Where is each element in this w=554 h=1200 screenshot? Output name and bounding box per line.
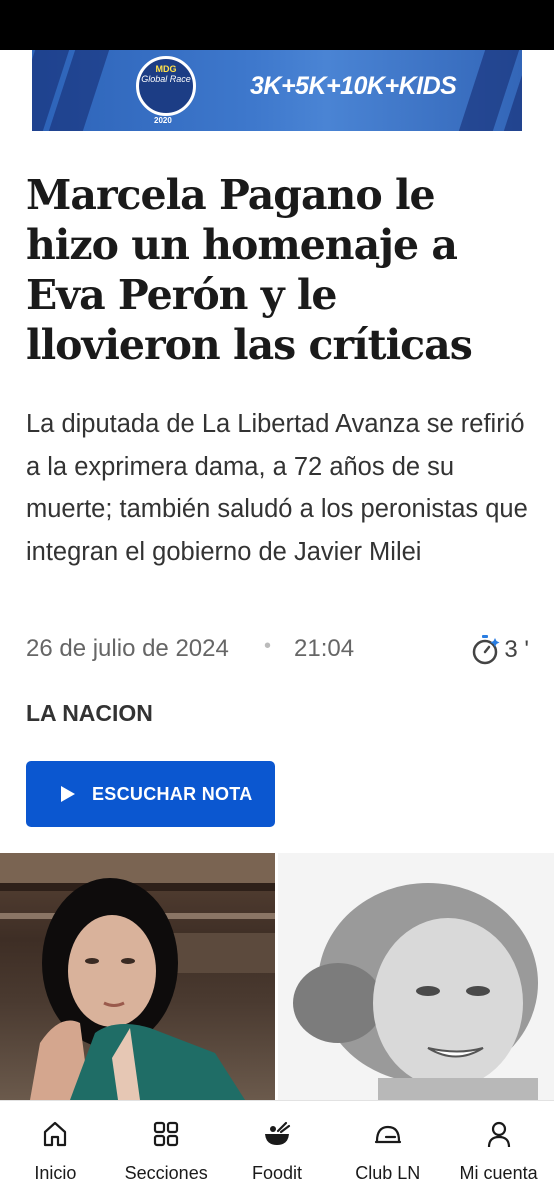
stopwatch-icon (473, 635, 500, 665)
article-headline: Marcela Pagano le hizo un homenaje a Eva… (26, 171, 473, 369)
nav-label-club-ln: Club LN (355, 1163, 421, 1183)
nav-item-secciones[interactable]: Secciones (111, 1101, 221, 1200)
article-summary: La diputada de La Libertad Avanza se ref… (26, 410, 528, 566)
club-icon (374, 1125, 401, 1144)
photo-eva-peron-image (278, 853, 554, 1100)
ad-year: 2020 (154, 116, 172, 125)
play-icon (61, 786, 75, 802)
nav-label-secciones: Secciones (124, 1163, 208, 1183)
nav-item-mi-cuenta[interactable]: Mi cuenta (444, 1101, 554, 1200)
article-time: 21:04 (294, 635, 355, 662)
read-time: 3 ' (470, 632, 529, 668)
ad-logo: MDG Global Race (136, 56, 196, 116)
ad-logo-text: Global Race (141, 74, 191, 84)
bottom-navigation: Inicio Secciones Foodit Club LN Mi cuent… (0, 1100, 554, 1200)
grid-icon (154, 1121, 179, 1147)
user-icon (487, 1121, 510, 1148)
read-time-value: 3 ' (504, 636, 529, 663)
nav-item-inicio[interactable]: Inicio (0, 1101, 110, 1200)
photo-eva-peron[interactable] (278, 853, 554, 1100)
ad-brand: MDG (155, 64, 177, 74)
home-icon (44, 1121, 67, 1147)
photo-marcela-pagano[interactable] (0, 853, 275, 1100)
nav-label-foodit: Foodit (251, 1163, 302, 1183)
ad-banner[interactable]: MDG Global Race 2020 3K+5K+10K+KIDS (32, 50, 522, 131)
ad-tagline: 3K+5K+10K+KIDS (250, 72, 457, 100)
food-bowl-icon (264, 1121, 291, 1145)
article-date: 26 de julio de 2024 (26, 635, 229, 662)
nav-item-club-ln[interactable]: Club LN (333, 1101, 443, 1200)
photo-marcela-pagano-image (0, 853, 275, 1100)
nav-item-foodit[interactable]: Foodit (222, 1101, 332, 1200)
meta-separator: • (264, 635, 272, 657)
listen-button-label: ESCUCHAR NOTA (92, 783, 253, 804)
listen-button[interactable]: ESCUCHAR NOTA (26, 761, 275, 827)
status-bar (0, 0, 554, 50)
nav-label-inicio: Inicio (34, 1163, 77, 1183)
nav-label-mi-cuenta: Mi cuenta (459, 1163, 538, 1183)
article-source: LA NACION (26, 700, 153, 726)
article-meta: 26 de julio de 2024 • 21:04 3 ' (26, 632, 531, 668)
